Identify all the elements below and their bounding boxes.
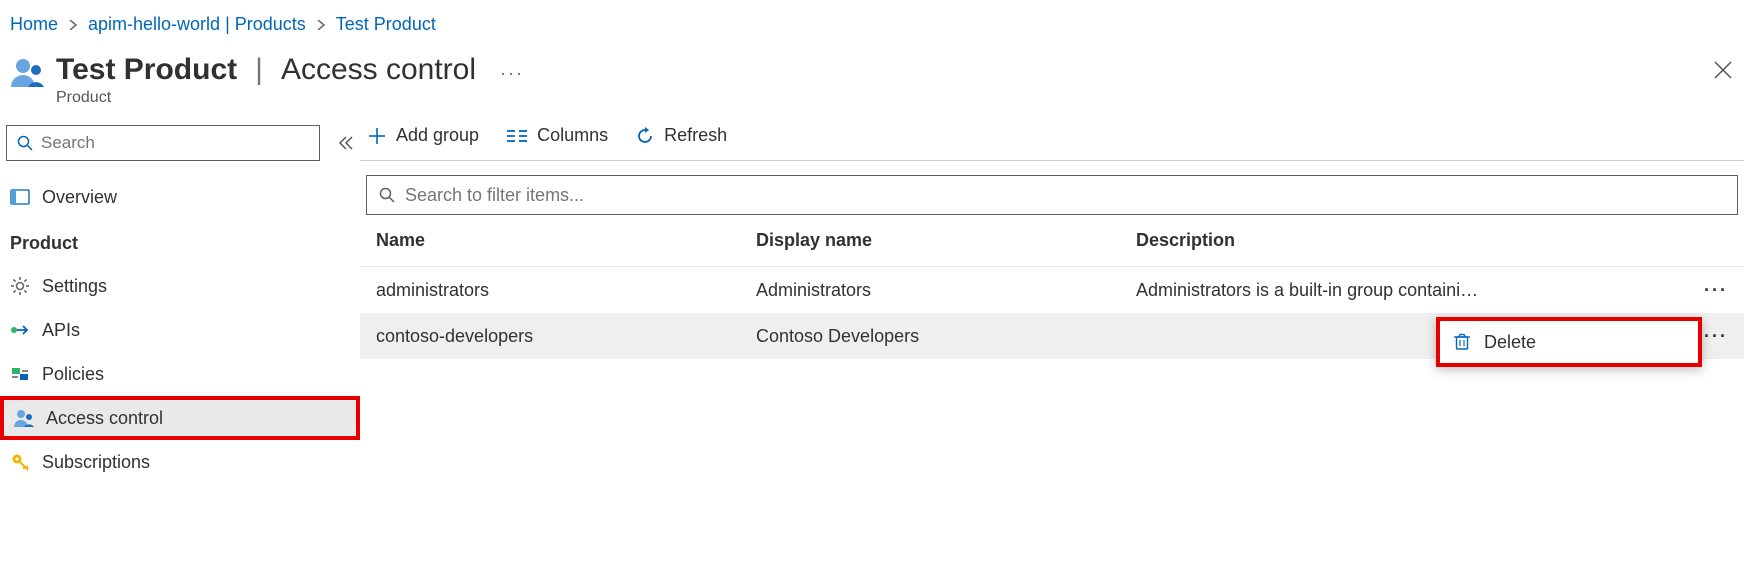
breadcrumb-product[interactable]: Test Product (336, 14, 436, 35)
apis-icon (10, 320, 30, 340)
main-content: Add group Columns Refresh (360, 125, 1756, 359)
breadcrumb: Home apim-hello-world | Products Test Pr… (0, 0, 1756, 41)
sidebar-item-policies[interactable]: Policies (0, 352, 360, 396)
row-more-button[interactable]: ··· (1686, 280, 1728, 301)
table-header-row: Name Display name Description (360, 215, 1744, 267)
column-header-name[interactable]: Name (376, 230, 756, 251)
chevron-right-icon (316, 20, 326, 30)
search-icon (379, 187, 395, 203)
row-context-menu: Delete (1436, 317, 1702, 367)
toolbar-label: Columns (537, 125, 608, 146)
close-button[interactable] (1714, 61, 1732, 79)
users-icon (14, 409, 34, 427)
toolbar-label: Add group (396, 125, 479, 146)
refresh-icon (636, 127, 654, 145)
page-title: Test Product (56, 53, 237, 87)
product-users-icon (10, 53, 48, 91)
table-row[interactable]: administrators Administrators Administra… (360, 267, 1744, 313)
sidebar-item-label: Overview (42, 187, 117, 208)
trash-icon (1454, 333, 1470, 351)
cell-name: administrators (376, 280, 756, 301)
table-row[interactable]: contoso-developers Contoso Developers ··… (360, 313, 1744, 359)
gear-icon (10, 276, 30, 296)
search-icon (17, 135, 33, 151)
page-subtitle: Product (56, 89, 524, 107)
title-separator: | (255, 53, 263, 87)
sidebar-item-label: Subscriptions (42, 452, 150, 473)
sidebar-heading-product: Product (0, 219, 360, 264)
sidebar: Overview Product Settings APIs Policies (0, 125, 360, 504)
sidebar-item-apis[interactable]: APIs (0, 308, 360, 352)
delete-menu-item[interactable]: Delete (1440, 321, 1698, 363)
add-group-button[interactable]: Add group (368, 125, 479, 146)
sidebar-item-label: APIs (42, 320, 80, 341)
cell-description: Administrators is a built-in group conta… (1136, 280, 1686, 301)
sidebar-item-overview[interactable]: Overview (0, 175, 360, 219)
sidebar-item-label: Policies (42, 364, 104, 385)
toolbar: Add group Columns Refresh (360, 125, 1744, 156)
cell-display-name: Administrators (756, 280, 1136, 301)
sidebar-item-label: Settings (42, 276, 107, 297)
sidebar-search[interactable] (6, 125, 320, 161)
context-menu-label: Delete (1484, 332, 1536, 353)
toolbar-label: Refresh (664, 125, 727, 146)
column-header-description[interactable]: Description (1136, 230, 1686, 251)
key-icon (10, 452, 30, 472)
more-actions-button[interactable]: ··· (500, 63, 524, 84)
plus-icon (368, 127, 386, 145)
sidebar-item-settings[interactable]: Settings (0, 264, 360, 308)
policies-icon (10, 364, 30, 384)
sidebar-item-subscriptions[interactable]: Subscriptions (0, 440, 360, 484)
filter-search[interactable] (366, 175, 1738, 215)
breadcrumb-home[interactable]: Home (10, 14, 58, 35)
sidebar-search-input[interactable] (41, 133, 309, 153)
sidebar-item-access-control[interactable]: Access control (0, 396, 360, 440)
cell-name: contoso-developers (376, 326, 756, 347)
filter-search-input[interactable] (405, 185, 1725, 206)
refresh-button[interactable]: Refresh (636, 125, 727, 146)
column-header-display-name[interactable]: Display name (756, 230, 1136, 251)
columns-icon (507, 129, 527, 143)
groups-table: Name Display name Description administra… (360, 215, 1744, 359)
page-section: Access control (281, 53, 476, 87)
page-header: Test Product | Access control ··· Produc… (0, 41, 1756, 125)
columns-button[interactable]: Columns (507, 125, 608, 146)
chevron-right-icon (68, 20, 78, 30)
cell-display-name: Contoso Developers (756, 326, 1136, 347)
breadcrumb-service[interactable]: apim-hello-world | Products (88, 14, 306, 35)
collapse-sidebar-button[interactable] (338, 136, 354, 150)
sidebar-item-label: Access control (46, 408, 163, 429)
overview-icon (10, 187, 30, 207)
